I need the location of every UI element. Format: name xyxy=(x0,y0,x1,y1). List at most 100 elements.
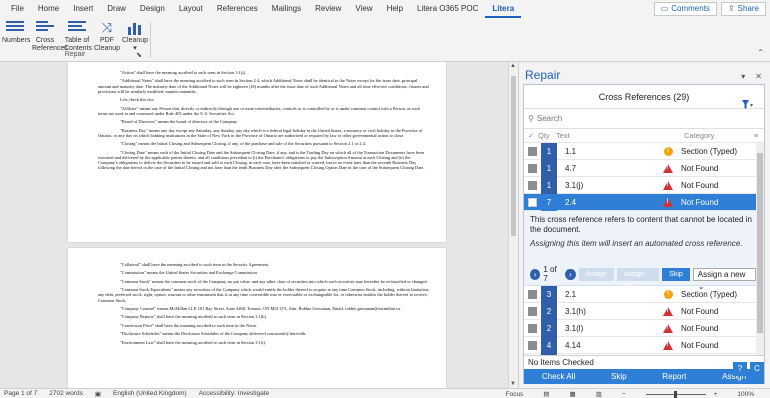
document-paragraph[interactable]: "Closing Date" means each of the Initial… xyxy=(98,150,430,171)
pane-menu-icon[interactable]: ▾ xyxy=(741,72,745,81)
skip-item-button[interactable]: Skip xyxy=(662,267,690,281)
refresh-button[interactable]: C xyxy=(750,362,764,376)
print-layout-icon[interactable]: ▦ xyxy=(569,390,575,398)
document-paragraph[interactable]: "Company Counsel" means McMillan LLP, 18… xyxy=(98,306,430,311)
tab-help[interactable]: Help xyxy=(380,0,410,18)
table-row[interactable]: 1 1.1! Section (Typed) xyxy=(524,143,756,160)
tab-insert[interactable]: Insert xyxy=(66,0,100,18)
row-text: 3.1(h) xyxy=(565,306,586,316)
search-box[interactable]: ⚲ xyxy=(524,109,764,129)
ribbon-collapse-icon[interactable]: ⌃ xyxy=(757,48,764,57)
tab-view[interactable]: View xyxy=(348,0,379,18)
document-paragraph[interactable]: "Business Day" means any day except any … xyxy=(98,128,430,138)
category-column-header[interactable]: Category xyxy=(684,131,754,140)
document-paragraph[interactable]: "Company Reports" shall have the meaning… xyxy=(98,314,430,319)
document-paragraph[interactable]: "Action" shall have the meaning ascribed… xyxy=(98,70,430,75)
table-row[interactable]: 2 3.1(h) Not Found xyxy=(524,302,756,320)
document-scroll-thumb[interactable] xyxy=(511,76,516,236)
document-paragraph[interactable]: "Commission" means the United States Sec… xyxy=(98,270,430,275)
previous-icon[interactable]: ‹ xyxy=(530,268,541,280)
row-checkbox[interactable] xyxy=(528,146,537,156)
table-row-selected[interactable]: 7 2.4 Not Found xyxy=(524,193,756,211)
group-launcher-icon[interactable]: ⬊ xyxy=(136,51,142,59)
tab-layout[interactable]: Layout xyxy=(172,0,210,18)
tab-home[interactable]: Home xyxy=(31,0,66,18)
cross-references-button[interactable]: Cross References xyxy=(32,21,68,53)
text-column-header[interactable]: Text xyxy=(556,131,684,140)
tab-litera-o365-poc[interactable]: Litera O365 POC xyxy=(410,0,485,18)
shuffle-icon: ⤨ xyxy=(101,20,113,35)
row-checkbox[interactable] xyxy=(528,306,537,316)
close-icon[interactable]: ✕ xyxy=(755,72,762,81)
language-indicator[interactable]: English (United Kingdom) xyxy=(113,390,187,397)
assign-item-button[interactable]: Assign xyxy=(578,267,614,281)
focus-button[interactable]: Focus xyxy=(506,391,524,398)
skip-button[interactable]: Skip xyxy=(611,372,627,381)
document-page-2[interactable]: "Collateral" shall have the meaning ascr… xyxy=(68,248,446,388)
cleanup-button[interactable]: Cleanup ▾ xyxy=(122,21,148,53)
table-row[interactable]: 1 4.7 Not Found xyxy=(524,159,756,177)
tab-mailings[interactable]: Mailings xyxy=(265,0,308,18)
table-row[interactable]: 3 2.1! Section (Typed) xyxy=(524,285,756,303)
tab-file[interactable]: File xyxy=(4,0,31,18)
document-paragraph[interactable]: "Common Stock" means the common stock of… xyxy=(98,279,430,284)
document-page-1[interactable]: "Action" shall have the meaning ascribed… xyxy=(68,62,446,242)
share-button[interactable]: ⇪ Share xyxy=(720,2,766,16)
document-paragraph[interactable]: "Conversion Price" shall have the meanin… xyxy=(98,323,430,328)
document-paragraph[interactable]: "Closing" means the Initial Closing and … xyxy=(98,141,430,146)
check-all-button[interactable]: Check All xyxy=(542,372,575,381)
document-area[interactable]: "Action" shall have the meaning ascribed… xyxy=(0,62,518,388)
tab-review[interactable]: Review xyxy=(308,0,348,18)
document-paragraph[interactable]: "Board of Directors" means the board of … xyxy=(98,119,430,124)
word-count[interactable]: 2702 words xyxy=(49,390,83,397)
table-of-contents-button[interactable]: Table of Contents xyxy=(64,21,92,53)
document-paragraph[interactable]: "Disclosure Schedules" means the Disclos… xyxy=(98,331,430,336)
zoom-out-icon[interactable]: − xyxy=(622,391,626,398)
read-mode-icon[interactable]: ▤ xyxy=(543,390,549,398)
assign-all-button[interactable]: Assign All xyxy=(616,267,660,291)
tab-design[interactable]: Design xyxy=(133,0,172,18)
list-scrollbar[interactable] xyxy=(756,143,764,355)
table-row[interactable]: 2 3.1(l) Not Found xyxy=(524,319,756,337)
scroll-down-icon[interactable]: ▼ xyxy=(510,381,516,387)
zoom-in-icon[interactable]: + xyxy=(714,391,718,398)
document-paragraph[interactable]: "Collateral" shall have the meaning ascr… xyxy=(98,262,430,267)
row-checkbox[interactable] xyxy=(528,180,537,190)
pdf-cleanup-button[interactable]: ⤨ PDF Cleanup xyxy=(94,21,120,53)
help-button[interactable]: ? xyxy=(733,362,747,376)
document-paragraph[interactable]: "Environment Law" shall have the meaning… xyxy=(98,340,430,345)
tab-litera[interactable]: Litera xyxy=(485,0,522,18)
proofing-icon[interactable]: ▣ xyxy=(95,390,101,398)
tab-draw[interactable]: Draw xyxy=(100,0,133,18)
row-checkbox[interactable] xyxy=(528,323,537,333)
document-paragraph[interactable]: "Affiliate" means any Person that, direc… xyxy=(98,106,430,116)
zoom-level[interactable]: 100% xyxy=(737,391,754,398)
assign-new-dropdown[interactable]: Assign a new ⌄ xyxy=(692,267,756,291)
comments-button[interactable]: ▭ Comments xyxy=(653,2,717,16)
page-indicator[interactable]: Page 1 of 7 xyxy=(4,390,37,397)
document-paragraph[interactable]: "Additional Notes" shall have the meanin… xyxy=(98,78,430,94)
numbers-button[interactable]: Numbers xyxy=(2,21,30,45)
qty-column-header[interactable]: Qty xyxy=(538,131,556,140)
check-column-icon[interactable]: ✓ xyxy=(524,131,538,140)
table-row[interactable]: 4 4.14 Not Found xyxy=(524,336,756,354)
scroll-up-icon[interactable]: ▲ xyxy=(510,63,516,69)
zoom-slider[interactable] xyxy=(645,390,706,398)
accessibility-indicator[interactable]: Accessibility: Investigate xyxy=(199,390,269,397)
document-scrollbar[interactable]: ▲ ▼ xyxy=(508,62,518,388)
row-checkbox[interactable] xyxy=(528,289,537,299)
report-button[interactable]: Report xyxy=(662,372,686,381)
document-paragraph[interactable]: Lets check this doc. xyxy=(98,97,430,102)
row-checkbox[interactable] xyxy=(528,197,537,207)
row-checkbox[interactable] xyxy=(528,163,537,173)
row-checkbox[interactable] xyxy=(528,340,537,350)
column-menu-icon[interactable]: ≡ xyxy=(754,131,758,140)
web-layout-icon[interactable]: ▥ xyxy=(596,390,602,398)
tab-references[interactable]: References xyxy=(210,0,265,18)
zoom-slider-knob[interactable] xyxy=(674,390,678,398)
table-row[interactable]: 1 3.1(j) Not Found xyxy=(524,176,756,194)
search-input[interactable] xyxy=(536,114,737,123)
list-scroll-thumb[interactable] xyxy=(757,153,763,333)
next-icon[interactable]: › xyxy=(565,268,576,280)
document-paragraph[interactable]: "Common Stock Equivalents" means any sec… xyxy=(98,287,430,303)
